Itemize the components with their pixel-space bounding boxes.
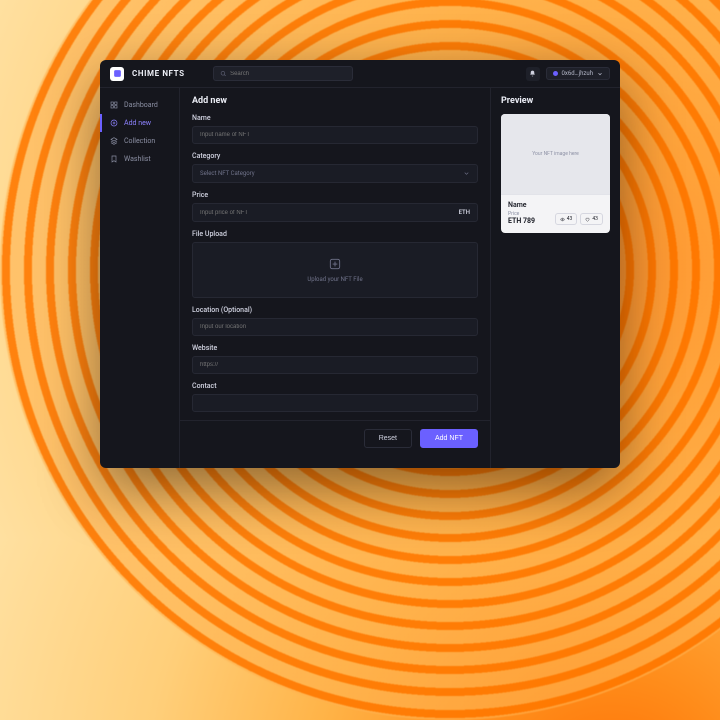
notifications-button[interactable] <box>526 67 540 81</box>
status-dot-icon <box>553 71 558 76</box>
reset-button[interactable]: Reset <box>364 429 412 448</box>
eye-icon <box>560 217 565 222</box>
sidebar-item-label: Collection <box>124 137 155 145</box>
plus-circle-icon <box>110 119 118 127</box>
website-label: Website <box>192 344 478 352</box>
sidebar: Dashboard Add new Collection Washlist <box>100 88 180 468</box>
top-bar: CHIME NFTS 0x6d…jhzuh <box>100 60 620 88</box>
preview-column: Preview Your NFT image here Name Price E… <box>490 88 620 468</box>
search-input[interactable] <box>213 66 353 81</box>
chevron-down-icon <box>597 71 603 77</box>
heart-icon <box>585 217 590 222</box>
form-column: Add new Name Category Select NFT Categor… <box>180 88 490 468</box>
user-address: 0x6d…jhzuh <box>562 70 593 77</box>
location-input[interactable] <box>192 318 478 336</box>
main-area: Add new Name Category Select NFT Categor… <box>180 88 620 468</box>
user-menu[interactable]: 0x6d…jhzuh <box>546 67 610 80</box>
sidebar-item-add-new[interactable]: Add new <box>100 114 179 132</box>
search-icon <box>220 70 226 77</box>
layers-icon <box>110 137 118 145</box>
form-actions: Reset Add NFT <box>180 420 490 456</box>
preview-price: ETH 789 <box>508 217 535 225</box>
sidebar-item-label: Add new <box>124 119 151 127</box>
sidebar-item-label: Dashboard <box>124 101 158 109</box>
name-input[interactable] <box>192 126 478 144</box>
app-body: Dashboard Add new Collection Washlist Ad… <box>100 88 620 468</box>
upload-hint: Upload your NFT File <box>307 276 362 283</box>
contact-label: Contact <box>192 382 478 390</box>
price-suffix: ETH <box>459 209 470 216</box>
search-field[interactable] <box>230 71 346 77</box>
preview-title: Preview <box>501 96 610 106</box>
price-input[interactable]: ETH <box>192 203 478 222</box>
bookmark-icon <box>110 155 118 163</box>
upload-label: File Upload <box>192 230 478 238</box>
sidebar-item-dashboard[interactable]: Dashboard <box>100 96 179 114</box>
category-label: Category <box>192 152 478 160</box>
contact-input[interactable] <box>192 394 478 412</box>
page-title: Add new <box>192 96 478 106</box>
grid-icon <box>110 101 118 109</box>
sidebar-item-washlist[interactable]: Washlist <box>100 150 179 168</box>
location-label: Location (Optional) <box>192 306 478 314</box>
category-placeholder: Select NFT Category <box>200 170 255 177</box>
price-label: Price <box>192 191 478 199</box>
bell-icon <box>529 70 536 77</box>
file-upload-dropzone[interactable]: Upload your NFT File <box>192 242 478 298</box>
category-select[interactable]: Select NFT Category <box>192 164 478 183</box>
brand-name: CHIME NFTS <box>132 69 185 78</box>
name-label: Name <box>192 114 478 122</box>
views-stat: 43 <box>555 213 578 225</box>
upload-icon <box>328 257 342 271</box>
preview-image-placeholder: Your NFT image here <box>501 114 610 194</box>
preview-name-label: Name <box>508 201 603 209</box>
add-nft-button[interactable]: Add NFT <box>420 429 478 448</box>
chevron-down-icon <box>463 170 470 177</box>
logo-icon <box>110 67 124 81</box>
sidebar-item-collection[interactable]: Collection <box>100 132 179 150</box>
website-input[interactable] <box>192 356 478 374</box>
sidebar-item-label: Washlist <box>124 155 151 163</box>
likes-stat: 43 <box>580 213 603 225</box>
preview-card: Your NFT image here Name Price ETH 789 <box>501 114 610 233</box>
app-window: CHIME NFTS 0x6d…jhzuh Dashboard Add <box>100 60 620 468</box>
